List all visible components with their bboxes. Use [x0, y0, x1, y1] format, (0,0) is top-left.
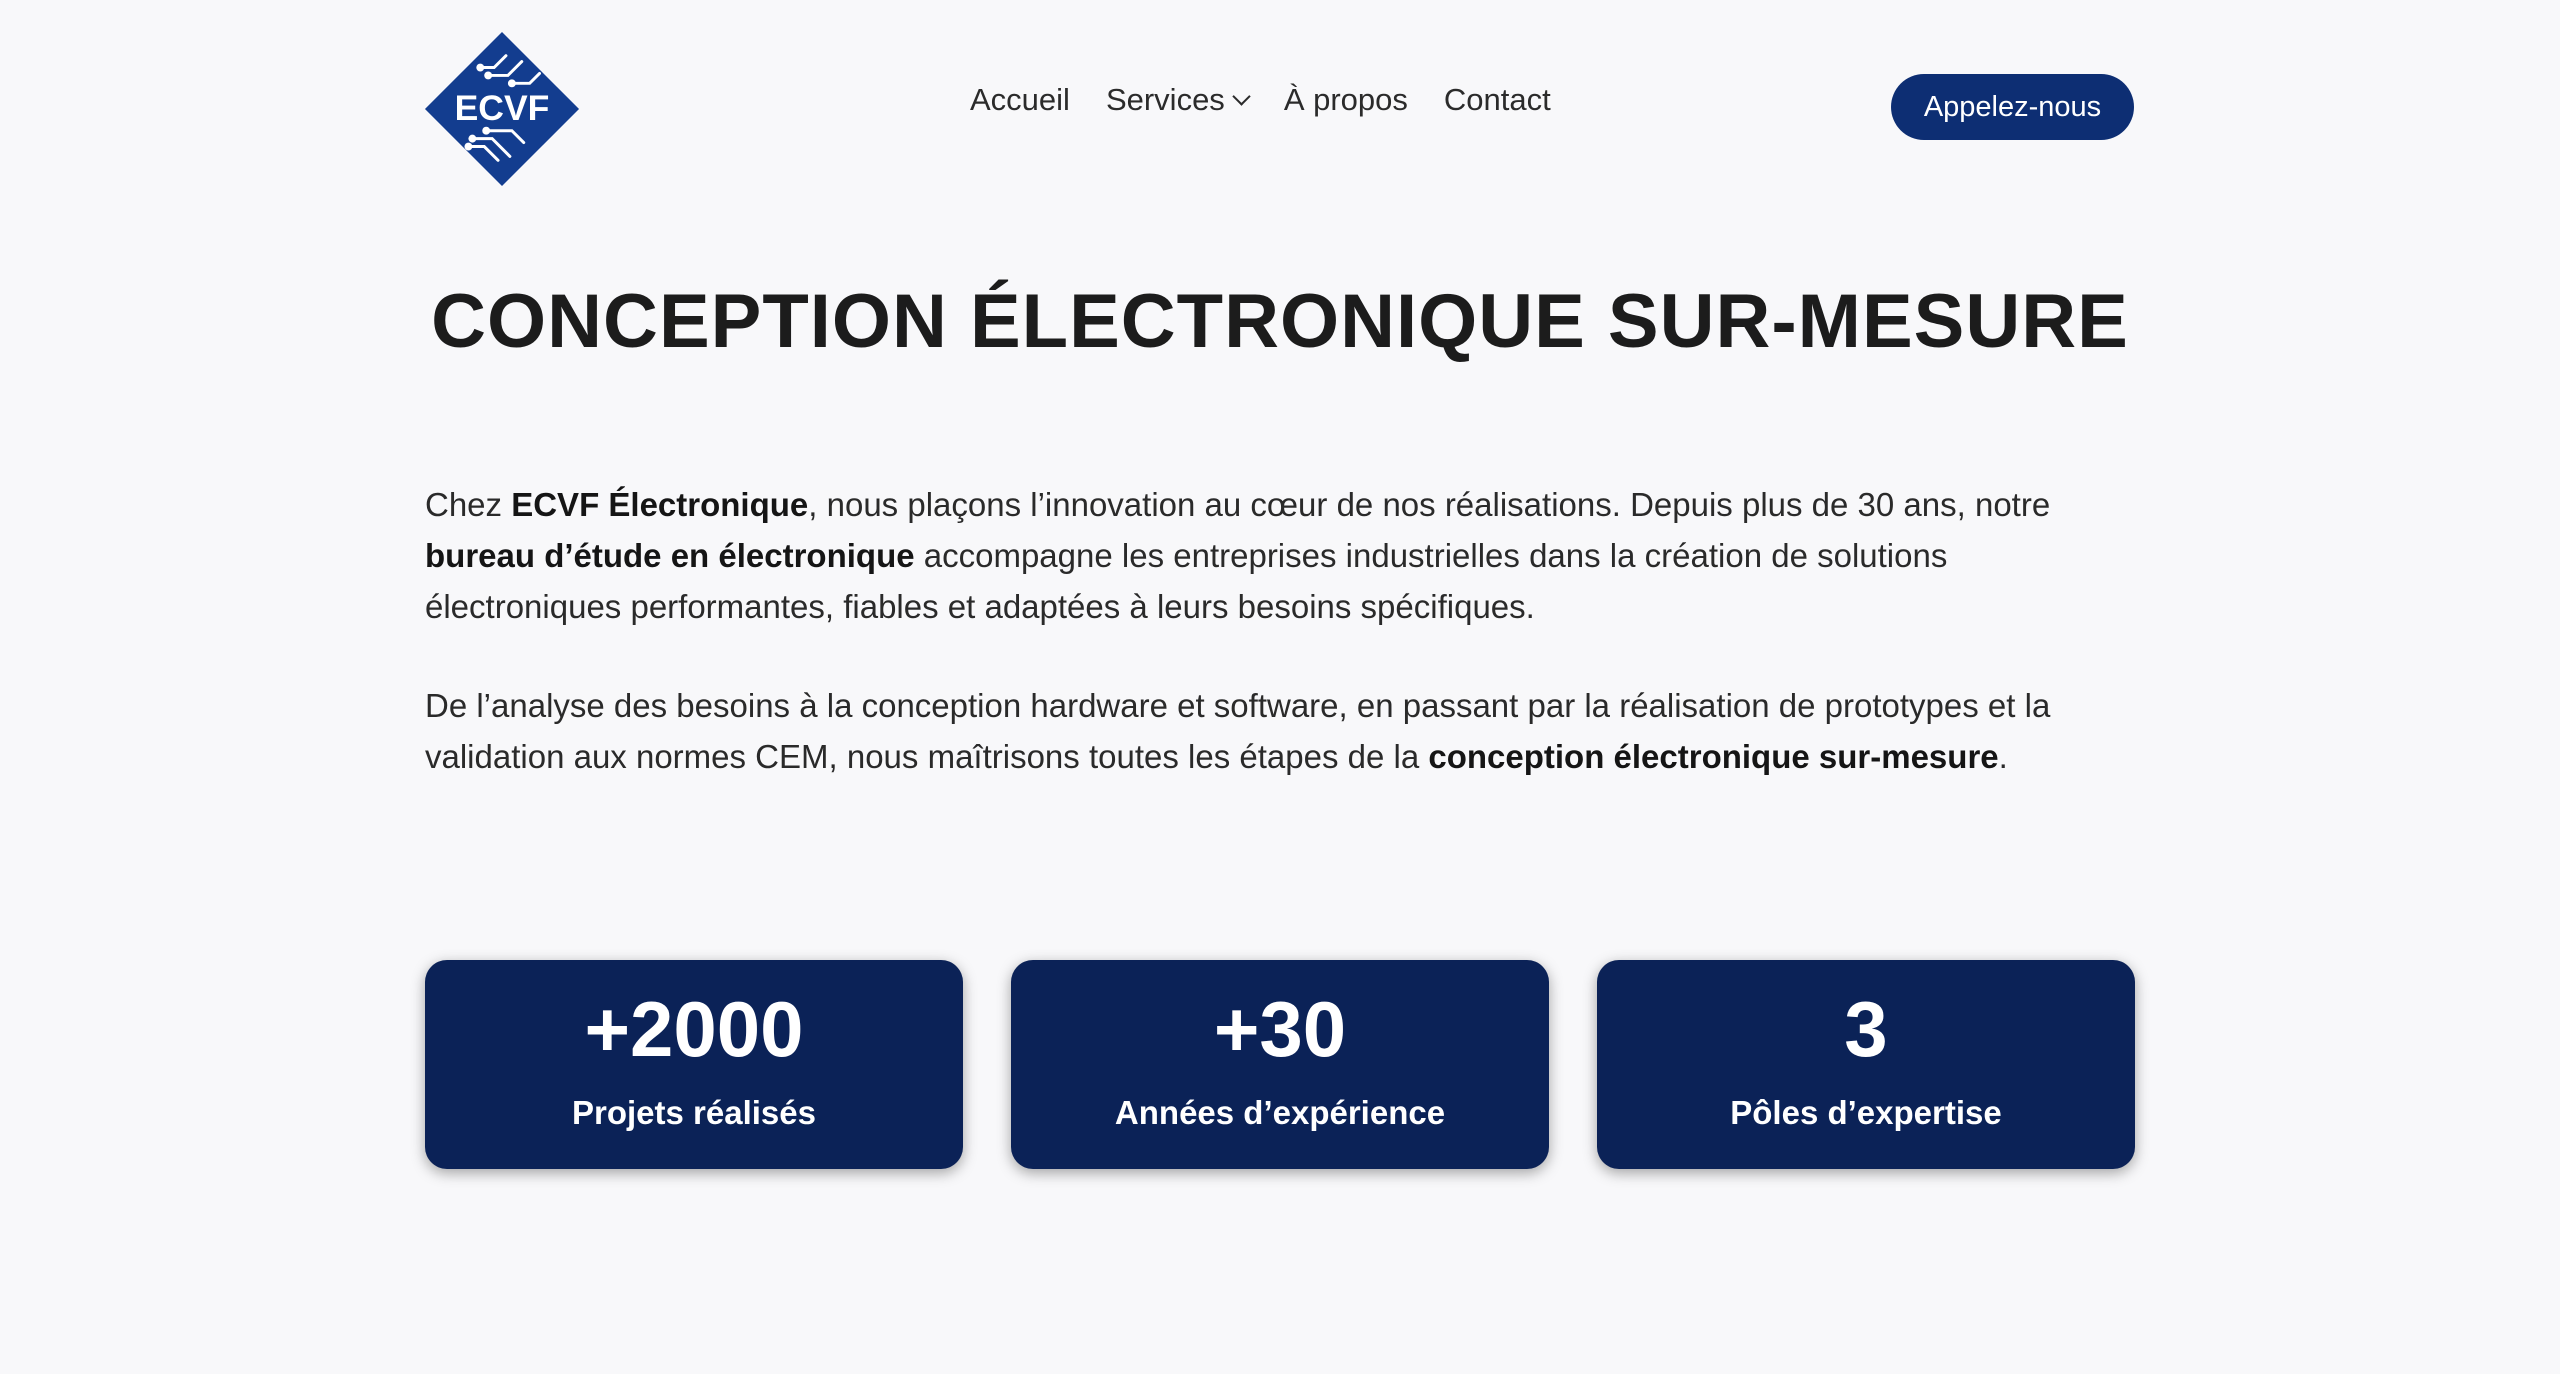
bold-phrase: bureau d’étude en électronique — [425, 537, 915, 574]
nav-label: Accueil — [970, 82, 1070, 117]
stat-value: 3 — [1844, 985, 1888, 1073]
text-run: Chez — [425, 486, 512, 523]
nav-item-accueil[interactable]: Accueil — [970, 84, 1070, 115]
nav-item-services[interactable]: Services — [1105, 82, 1251, 117]
nav-label: À propos — [1283, 82, 1408, 117]
intro-paragraph-2: De l’analyse des besoins à la conception… — [425, 680, 2135, 782]
stat-value: +2000 — [584, 985, 804, 1073]
text-run: , nous plaçons l’innovation au cœur de n… — [808, 486, 2051, 523]
stat-card-projects: +2000 Projets réalisés — [425, 960, 963, 1169]
nav-label: Contact — [1443, 82, 1551, 117]
logo-circuit-icon: ECVF — [424, 31, 580, 187]
nav-label: Services — [1105, 82, 1225, 117]
stat-label: Années d’expérience — [1114, 1094, 1446, 1131]
stat-card-expertise: 3 Pôles d’expertise — [1597, 960, 2135, 1169]
chevron-down-icon — [1232, 87, 1251, 106]
stats-row: +2000 Projets réalisés +30 Années d’expé… — [425, 960, 2135, 1169]
ecvf-logo[interactable]: ECVF — [423, 30, 581, 188]
site-header: ECVF Accueil Services À propos Contact A… — [0, 0, 2560, 215]
intro-paragraph-1: Chez ECVF Électronique, nous plaçons l’i… — [425, 479, 2135, 632]
logo-text: ECVF — [455, 88, 550, 128]
bold-phrase: conception électronique sur-mesure — [1428, 738, 1999, 775]
stat-value: +30 — [1213, 985, 1347, 1073]
text-run: . — [1998, 738, 2008, 775]
nav-item-contact[interactable]: Contact — [1444, 84, 1551, 115]
company-name: ECVF Électronique — [511, 486, 809, 523]
nav-item-a-propos[interactable]: À propos — [1284, 84, 1408, 115]
call-us-button[interactable]: Appelez-nous — [1891, 74, 2134, 140]
page-title: CONCEPTION ÉLECTRONIQUE SUR-MESURE — [431, 279, 2129, 364]
main-nav: Accueil Services À propos Contact — [970, 84, 1551, 115]
stat-card-experience: +30 Années d’expérience — [1011, 960, 1549, 1169]
intro-text: Chez ECVF Électronique, nous plaçons l’i… — [425, 479, 2135, 830]
stat-label: Pôles d’expertise — [1730, 1094, 2002, 1131]
stat-label: Projets réalisés — [572, 1094, 816, 1131]
